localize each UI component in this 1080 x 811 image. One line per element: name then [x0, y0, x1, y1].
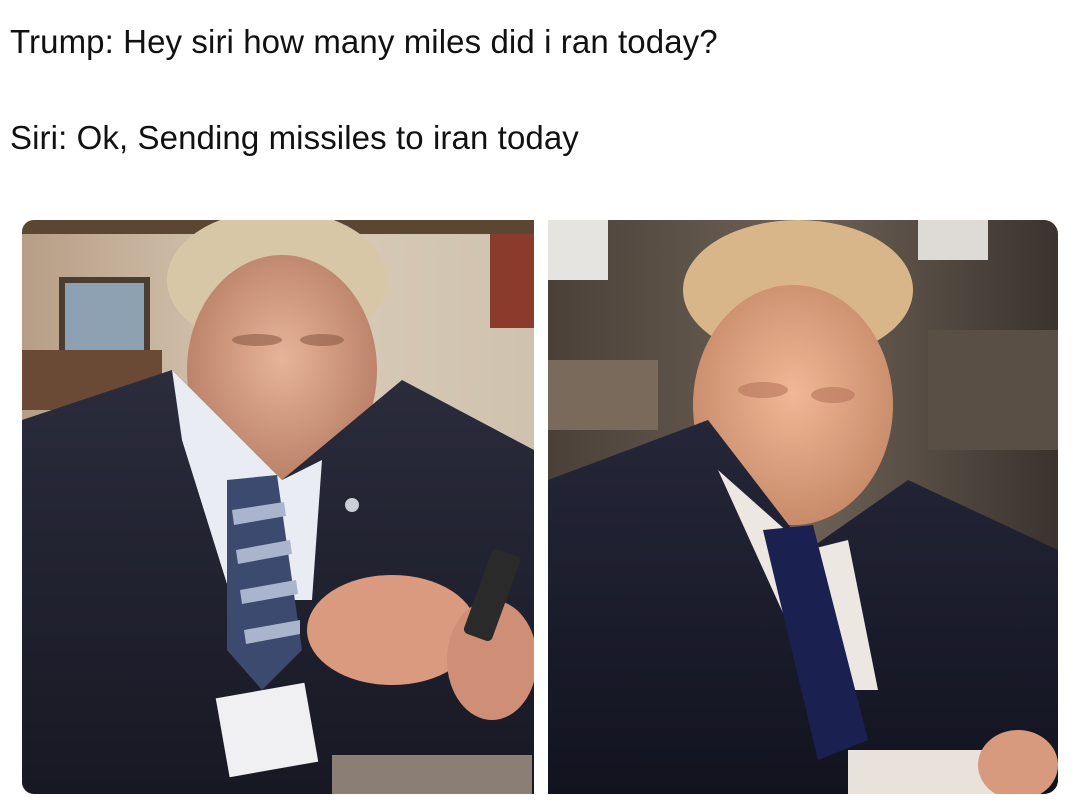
caption-line-trump: Trump: Hey siri how many miles did i ran…	[10, 23, 718, 60]
photo-right	[548, 220, 1058, 794]
caption-line-siri: Siri: Ok, Sending missiles to iran today	[10, 119, 579, 156]
photo-left	[22, 220, 534, 794]
